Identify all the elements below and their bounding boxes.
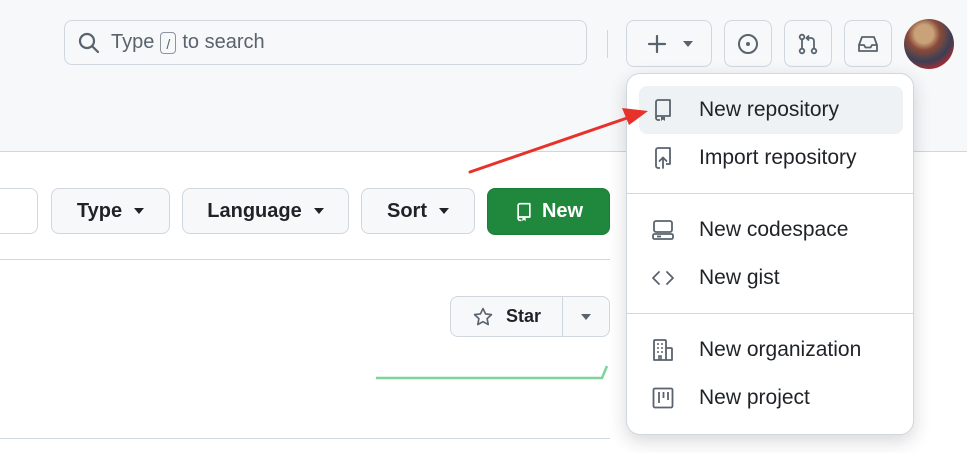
menu-item-label: New gist (699, 266, 780, 289)
new-repository-button[interactable]: New (487, 188, 610, 235)
menu-divider (627, 193, 913, 194)
menu-item-new-gist[interactable]: New gist (639, 254, 903, 302)
search-input[interactable]: Type / to search (64, 20, 587, 65)
activity-sparkline (376, 365, 609, 380)
search-suffix: to search (182, 31, 265, 53)
create-new-button[interactable] (626, 20, 712, 67)
menu-item-import-repository[interactable]: Import repository (639, 134, 903, 182)
organization-icon (651, 338, 675, 362)
repo-icon (517, 202, 531, 221)
search-shortcut-key: / (160, 31, 177, 54)
menu-item-new-codespace[interactable]: New codespace (639, 206, 903, 254)
menu-item-label: New repository (699, 98, 840, 121)
chevron-down-icon (313, 208, 324, 214)
search-prefix: Type (111, 31, 155, 53)
chevron-down-icon (683, 40, 693, 47)
sort-button[interactable]: Sort (361, 188, 475, 234)
inbox-button[interactable] (844, 20, 892, 67)
git-pull-request-icon (798, 33, 818, 54)
pull-requests-button[interactable] (784, 20, 832, 67)
menu-item-new-repository[interactable]: New repository (639, 86, 903, 134)
language-filter-button[interactable]: Language (182, 188, 349, 234)
language-filter-label: Language (207, 199, 302, 222)
menu-item-label: New codespace (699, 218, 849, 241)
new-button-label: New (541, 200, 584, 222)
issues-button[interactable] (724, 20, 772, 67)
issue-opened-icon (738, 33, 758, 54)
menu-item-label: New organization (699, 338, 862, 361)
chevron-down-icon (134, 208, 145, 214)
repo-push-icon (651, 146, 675, 170)
avatar[interactable] (904, 19, 954, 69)
menu-item-new-project[interactable]: New project (639, 374, 903, 422)
project-icon (651, 386, 675, 410)
sort-label: Sort (387, 199, 427, 222)
star-list-dropdown[interactable] (563, 297, 609, 336)
star-label: Star (505, 306, 541, 326)
chevron-down-icon (581, 313, 591, 320)
header-divider (607, 30, 608, 58)
repo-icon (651, 98, 675, 122)
star-icon (473, 307, 493, 325)
find-repository-input[interactable] (0, 188, 38, 234)
codespaces-icon (651, 218, 675, 242)
create-new-menu: New repository Import repository New cod… (626, 73, 914, 435)
type-filter-label: Type (76, 199, 123, 222)
plus-icon (647, 34, 667, 53)
menu-item-label: New project (699, 386, 810, 409)
chevron-down-icon (439, 208, 449, 214)
code-icon (651, 266, 675, 290)
search-icon (78, 32, 100, 53)
star-button[interactable]: Star (451, 297, 563, 336)
list-divider (0, 259, 610, 260)
inbox-icon (858, 35, 878, 52)
menu-divider (627, 313, 913, 314)
star-button-group: Star (450, 296, 610, 337)
type-filter-button[interactable]: Type (51, 188, 170, 234)
list-divider (0, 438, 610, 439)
menu-item-new-organization[interactable]: New organization (639, 326, 903, 374)
menu-item-label: Import repository (699, 146, 857, 169)
